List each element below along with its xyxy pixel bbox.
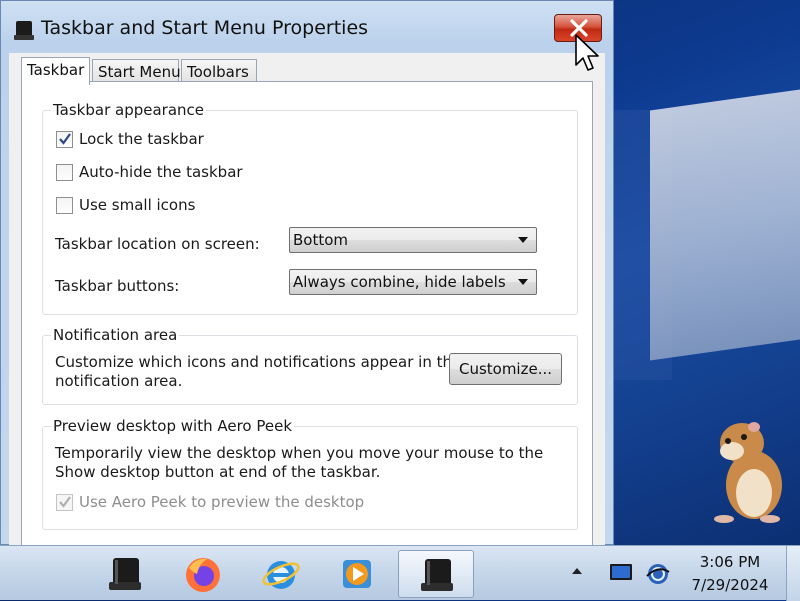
window-title: Taskbar and Start Menu Properties — [41, 17, 369, 39]
checkmark-icon — [59, 133, 71, 145]
taskbar-icon — [421, 559, 453, 591]
taskbar-location-dropdown[interactable]: Bottom — [289, 227, 537, 253]
group-title-taskbar-appearance: Taskbar appearance — [51, 101, 207, 119]
dropdown-arrow-icon — [518, 237, 528, 243]
tab-start-menu[interactable]: Start Menu — [92, 59, 181, 83]
auto-hide-checkbox[interactable] — [56, 164, 73, 181]
taskbar-location-label: Taskbar location on screen: — [55, 235, 260, 253]
group-title-aero-peek: Preview desktop with Aero Peek — [51, 417, 295, 435]
group-title-notification-area: Notification area — [51, 326, 180, 344]
taskbar-buttons-label: Taskbar buttons: — [55, 277, 180, 295]
media-player-icon — [343, 560, 371, 588]
small-icons-checkbox[interactable] — [56, 197, 73, 214]
taskbar-button-firefox[interactable] — [168, 550, 238, 598]
properties-dialog: Taskbar and Start Menu Properties Taskba… — [0, 0, 614, 546]
taskbar-button-media-player[interactable] — [322, 550, 392, 598]
taskbar-button-internet-explorer[interactable] — [246, 550, 316, 598]
firefox-icon — [186, 558, 220, 592]
dropdown-arrow-icon — [518, 279, 528, 285]
small-icons-label[interactable]: Use small icons — [79, 196, 195, 214]
taskbar-tab-panel: Taskbar appearance Lock the taskbar Auto… — [21, 81, 593, 546]
aero-peek-label[interactable]: Use Aero Peek to preview the desktop — [79, 493, 364, 511]
aero-peek-description-line2: Show desktop button at end of the taskba… — [55, 463, 381, 481]
taskbar-button-taskbar-properties[interactable] — [90, 550, 160, 598]
dialog-client-area: Taskbar Start Menu Toolbars Taskbar appe… — [9, 53, 605, 546]
clock-date[interactable]: 7/29/2024 — [680, 576, 780, 594]
taskbar-location-value: Bottom — [293, 231, 349, 249]
tab-toolbars[interactable]: Toolbars — [181, 59, 257, 83]
lock-taskbar-checkbox[interactable] — [56, 131, 73, 148]
close-button[interactable] — [554, 14, 602, 42]
aero-peek-group: Preview desktop with Aero Peek Temporari… — [42, 417, 578, 530]
hamster-desktop-pet-icon[interactable] — [712, 415, 792, 525]
tab-taskbar[interactable]: Taskbar — [21, 57, 90, 85]
windows-taskbar: 3:06 PM 7/29/2024 — [0, 545, 800, 601]
taskbar-buttons-value: Always combine, hide labels — [293, 273, 506, 291]
customize-button[interactable]: Customize... — [449, 353, 562, 385]
title-bar[interactable]: Taskbar and Start Menu Properties — [1, 1, 613, 51]
taskbar-buttons-dropdown[interactable]: Always combine, hide labels — [289, 269, 537, 295]
network-icon[interactable] — [645, 561, 671, 587]
clock-time[interactable]: 3:06 PM — [680, 553, 780, 571]
taskbar-appearance-group: Taskbar appearance Lock the taskbar Auto… — [42, 101, 578, 315]
aero-peek-checkbox[interactable] — [56, 494, 73, 511]
close-icon — [570, 19, 588, 37]
desktop-wallpaper-light — [650, 89, 800, 361]
taskbar-properties-icon — [14, 21, 34, 40]
checkmark-icon — [59, 496, 71, 508]
internet-explorer-icon — [262, 561, 300, 589]
aero-peek-description-line1: Temporarily view the desktop when you mo… — [55, 444, 544, 462]
auto-hide-label[interactable]: Auto-hide the taskbar — [79, 163, 243, 181]
notification-description-line2: notification area. — [55, 372, 183, 390]
show-desktop-button[interactable] — [786, 546, 800, 601]
taskbar-button-properties-active[interactable] — [398, 550, 474, 598]
taskbar-icon — [109, 558, 141, 590]
show-hidden-icons-chevron-icon[interactable] — [572, 568, 582, 574]
lock-taskbar-label[interactable]: Lock the taskbar — [79, 130, 204, 148]
notification-area-group: Notification area Customize which icons … — [42, 326, 578, 405]
notification-description-line1: Customize which icons and notifications … — [55, 353, 462, 371]
action-center-icon[interactable] — [608, 561, 634, 583]
